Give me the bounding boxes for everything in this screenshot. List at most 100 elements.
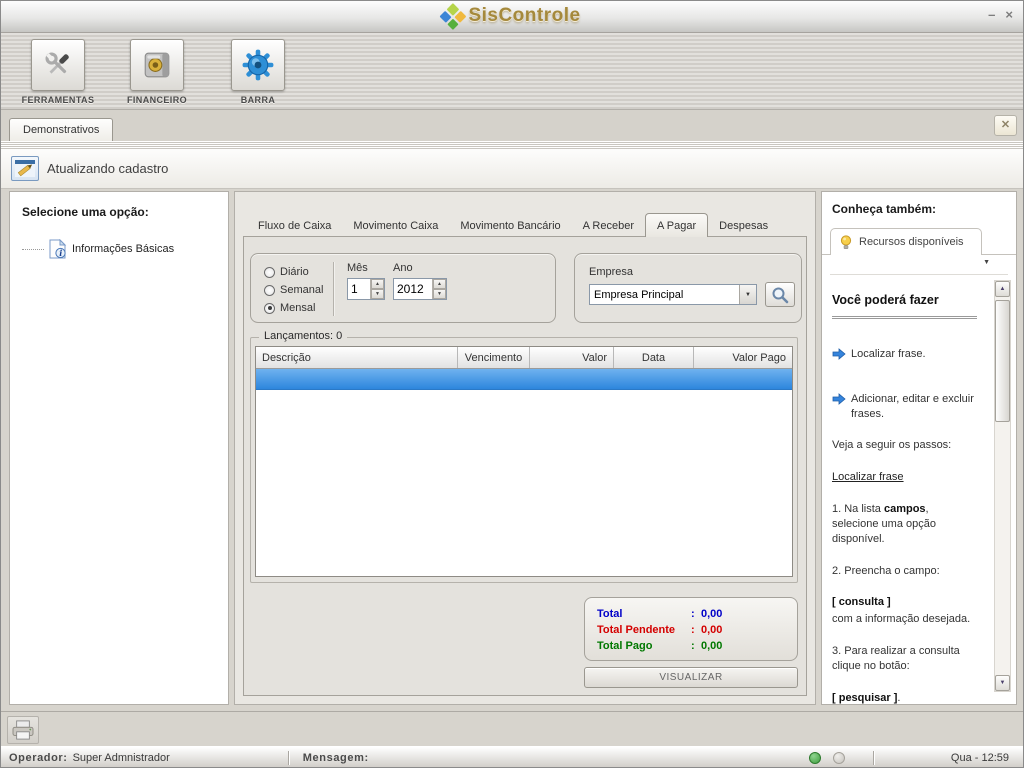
- period-groupbox: Diário Semanal Mensal Mês: [250, 253, 556, 323]
- printer-icon: [11, 720, 35, 740]
- total-pago-label: Total Pago: [597, 640, 691, 652]
- tab-movimento-bancario[interactable]: Movimento Bancário: [449, 216, 571, 236]
- help-step-1: 1. Na lista campos, selecione uma opção …: [832, 502, 977, 547]
- statusbar-separator: [288, 751, 289, 765]
- mes-input[interactable]: [348, 279, 370, 299]
- toolbar-button-ferramentas[interactable]: FERRAMENTAS: [3, 39, 113, 105]
- col-vencimento[interactable]: Vencimento: [458, 347, 530, 368]
- tab-fluxo-de-caixa[interactable]: Fluxo de Caixa: [247, 216, 342, 236]
- status-bar: Operador: Super Admnistrador Mensagem: Q…: [1, 746, 1023, 768]
- total-sep: :: [691, 608, 701, 620]
- tab-recursos-disponiveis[interactable]: Recursos disponíveis: [830, 228, 982, 255]
- ano-spin-up-icon[interactable]: ▲: [433, 279, 446, 289]
- radio-diario[interactable]: Diário: [264, 263, 323, 281]
- radio-icon: [264, 267, 275, 278]
- mes-spin-up-icon[interactable]: ▲: [371, 279, 384, 289]
- col-data[interactable]: Data: [614, 347, 694, 368]
- col-descricao[interactable]: Descrição: [256, 347, 458, 368]
- help-field-consulta: [ consulta ]: [832, 595, 977, 610]
- total-pago-sep: :: [691, 640, 701, 652]
- lancamentos-label: Lançamentos: 0: [259, 330, 347, 342]
- help-tab-label: Recursos disponíveis: [859, 236, 964, 248]
- title-bar: SisControle – ×: [1, 1, 1023, 33]
- gear-icon: [242, 49, 274, 81]
- status-dot-gray: [833, 752, 845, 764]
- print-button[interactable]: [7, 716, 39, 744]
- help-link-localizar-frase[interactable]: Localizar frase: [832, 470, 904, 485]
- radio-icon: [264, 285, 275, 296]
- tab-movimento-caixa[interactable]: Movimento Caixa: [342, 216, 449, 236]
- radio-semanal[interactable]: Semanal: [264, 281, 323, 299]
- total-pendente-sep: :: [691, 624, 701, 636]
- sidebar-title: Selecione uma opção:: [22, 205, 216, 219]
- dropdown-arrow-icon[interactable]: ▼: [983, 259, 990, 266]
- edit-button[interactable]: [11, 156, 39, 181]
- toolbar-button-barra[interactable]: BARRA: [203, 39, 313, 105]
- empresa-groupbox: Empresa ▼: [574, 253, 802, 323]
- tools-icon: [42, 49, 74, 81]
- col-valor[interactable]: Valor: [530, 347, 614, 368]
- mensagem-label: Mensagem:: [303, 752, 369, 764]
- total-value: 0,00: [701, 608, 797, 620]
- help-scrollbar[interactable]: ▲ ▼: [994, 280, 1011, 692]
- help-bullet-2: Adicionar, editar e excluir frases.: [832, 392, 977, 422]
- toolbar-button-financeiro[interactable]: FINANCEIRO: [102, 39, 212, 105]
- center-panel: Fluxo de Caixa Movimento Caixa Movimento…: [234, 191, 816, 705]
- selected-table-row[interactable]: [256, 369, 792, 390]
- empresa-input[interactable]: [590, 285, 739, 304]
- mes-spin-down-icon[interactable]: ▼: [371, 289, 384, 299]
- sidebar-item-informacoes-basicas[interactable]: i Informações Básicas: [22, 239, 228, 259]
- bulb-icon: [840, 235, 852, 250]
- pencil-icon: [15, 160, 35, 177]
- divider-grooves: [1, 141, 1023, 149]
- arrow-bullet-icon: [832, 348, 846, 360]
- ano-spin-down-icon[interactable]: ▼: [433, 289, 446, 299]
- lancamentos-groupbox: Lançamentos: 0 Descrição Vencimento Valo…: [250, 337, 798, 583]
- help-heading: Conheça também:: [832, 202, 1016, 216]
- ano-label: Ano: [393, 262, 447, 274]
- tab-demonstrativos[interactable]: Demonstrativos: [9, 118, 113, 141]
- bottom-strip: [1, 711, 1023, 746]
- toolbar-label-barra: BARRA: [203, 95, 313, 105]
- radio-checked-icon: [264, 303, 275, 314]
- help-step-2: 2. Preencha o campo:: [832, 564, 977, 579]
- scrollbar-thumb[interactable]: [995, 300, 1010, 422]
- safe-icon: [142, 50, 172, 80]
- app-logo: SisControle: [443, 5, 580, 27]
- help-content: Você poderá fazer Localizar frase. Adici…: [832, 284, 977, 694]
- arrow-bullet-icon: [832, 393, 846, 405]
- total-pago-row: Total Pago : 0,00: [597, 638, 797, 654]
- close-icon[interactable]: ×: [1005, 8, 1013, 22]
- sidebar: Selecione uma opção: i Informações Básic…: [9, 191, 229, 705]
- total-pendente-row: Total Pendente : 0,00: [597, 622, 797, 638]
- ano-input[interactable]: [394, 279, 432, 299]
- header-band: Atualizando cadastro: [1, 149, 1023, 189]
- svg-text:i: i: [59, 248, 62, 258]
- scroll-down-icon[interactable]: ▼: [995, 675, 1010, 691]
- sidebar-item-label: Informações Básicas: [72, 243, 174, 255]
- scroll-up-icon[interactable]: ▲: [995, 281, 1010, 297]
- col-valor-pago[interactable]: Valor Pago: [694, 347, 792, 368]
- operador-value: Super Admnistrador: [73, 752, 170, 764]
- combo-arrow-icon[interactable]: ▼: [739, 285, 756, 304]
- total-pendente-value: 0,00: [701, 624, 797, 636]
- search-icon: [771, 286, 789, 304]
- page-title: Atualizando cadastro: [47, 149, 168, 189]
- tab-despesas[interactable]: Despesas: [708, 216, 779, 236]
- radio-mensal[interactable]: Mensal: [264, 299, 323, 317]
- table-header: Descrição Vencimento Valor Data Valor Pa…: [256, 347, 792, 369]
- empresa-label: Empresa: [589, 266, 633, 278]
- tab-a-receber[interactable]: A Receber: [572, 216, 645, 236]
- report-tabs: Fluxo de Caixa Movimento Caixa Movimento…: [247, 212, 779, 236]
- tabstrip-close-icon[interactable]: ✕: [994, 115, 1017, 136]
- help-step-3: 3. Para realizar a consulta clique no bo…: [832, 644, 977, 674]
- empresa-search-button[interactable]: [765, 282, 795, 307]
- minimize-icon[interactable]: –: [988, 8, 995, 22]
- visualizar-button[interactable]: VISUALIZAR: [584, 667, 798, 688]
- help-field-consulta-desc: com a informação desejada.: [832, 612, 977, 627]
- tab-a-pagar[interactable]: A Pagar: [645, 213, 708, 237]
- help-field-pesquisar: [ pesquisar ].: [832, 691, 977, 706]
- total-pendente-label: Total Pendente: [597, 624, 691, 636]
- empresa-combobox[interactable]: ▼: [589, 284, 757, 305]
- report-content: Diário Semanal Mensal Mês: [243, 236, 807, 696]
